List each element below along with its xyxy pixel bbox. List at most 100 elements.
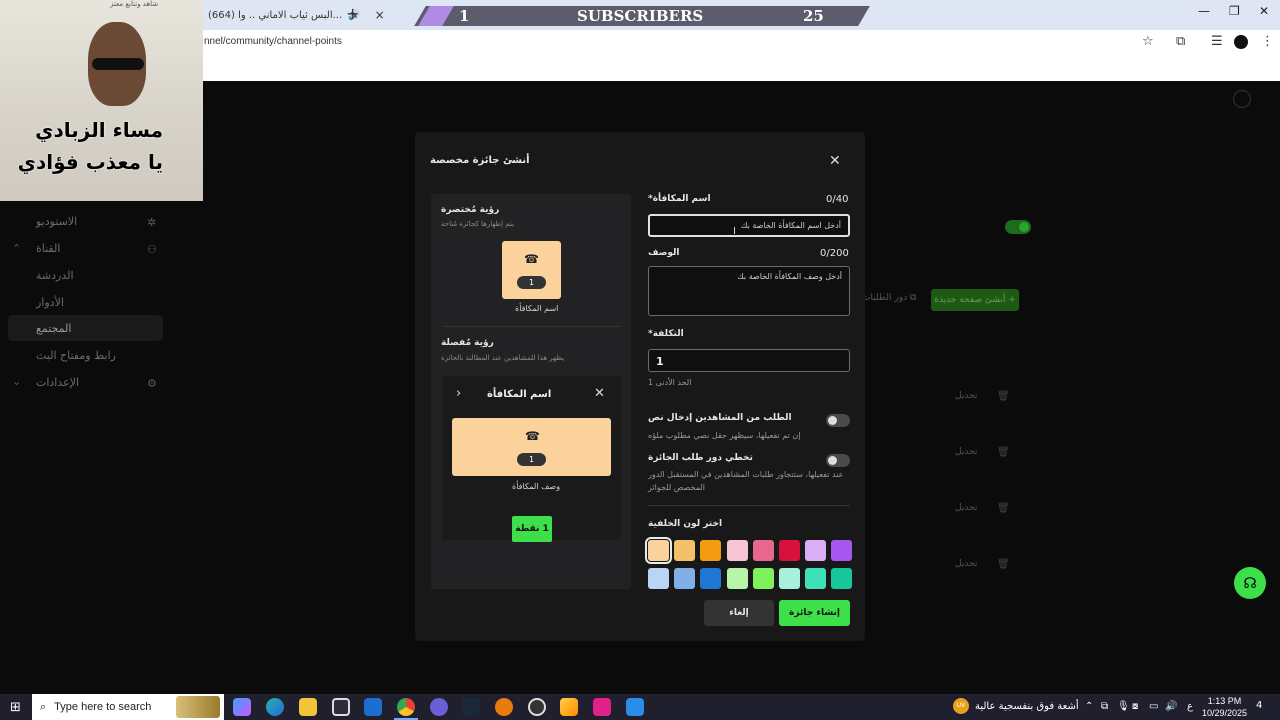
star-icon[interactable]: ☆ (1142, 34, 1154, 49)
chevron-right-icon[interactable]: › (456, 386, 461, 401)
trash-icon[interactable]: 🗑 (997, 503, 1010, 514)
color-swatch[interactable] (779, 540, 800, 561)
steam-icon[interactable] (462, 698, 480, 716)
sidebar-item-channel[interactable]: القناة (36, 242, 60, 255)
sidebar-item-settings[interactable]: الإعدادات (36, 376, 79, 389)
require-text-label: الطلب من المشاهدين إدخال نص (648, 413, 792, 423)
menu-icon[interactable]: ⋮ (1261, 34, 1274, 49)
trash-icon[interactable]: 🗑 (997, 559, 1010, 570)
blender-icon[interactable] (495, 698, 513, 716)
search-icon: ⌕ (40, 700, 47, 713)
compact-view-subtitle: يتم إظهارها كجائزة مُتاحة (441, 220, 515, 228)
sidebar-item-chat[interactable]: الدردشة (36, 269, 74, 282)
color-swatch[interactable] (674, 568, 696, 589)
sidebar-item-community[interactable]: المجتمع (36, 322, 71, 335)
color-swatch[interactable] (831, 540, 853, 561)
extensions-icon[interactable]: ⧉ (1176, 34, 1185, 49)
notification-count[interactable]: 4 (1256, 700, 1262, 711)
webcam-video-overlay: شاهد ونتابع معتز مساء الزبادي يا معذب فؤ… (0, 0, 203, 201)
color-swatch[interactable] (752, 540, 774, 561)
copilot-icon[interactable] (233, 698, 251, 716)
sidebar-item-roles[interactable]: الأدوار (36, 296, 64, 309)
description-textarea[interactable]: أدخل وصف المكافأة الخاصة بك (648, 266, 850, 316)
microphone-icon[interactable]: 🎙 (1117, 701, 1130, 712)
minimize-button[interactable]: — (1198, 4, 1210, 18)
app-icon-yellow[interactable] (560, 698, 578, 716)
color-swatch[interactable] (700, 568, 722, 589)
edit-button[interactable]: تحديل (955, 503, 977, 513)
language-indicator[interactable]: ع (1187, 701, 1193, 712)
color-swatch[interactable] (645, 537, 672, 564)
edit-button[interactable]: تحديل (955, 391, 977, 401)
chevron-down-icon[interactable]: ⌄ (12, 375, 21, 388)
color-swatch[interactable] (674, 540, 696, 561)
uv-weather-icon[interactable]: UV (953, 698, 969, 714)
sidebar-item-studio[interactable]: الاستوديو (36, 215, 77, 228)
tray-chevron-icon[interactable]: ⌃ (1085, 701, 1093, 712)
color-swatch[interactable] (752, 568, 774, 589)
detail-reward-card: ☎ 1 (452, 418, 611, 476)
browser-tab[interactable]: (664) البس ثياب الاماني .. وا... 🔊 × (200, 4, 393, 26)
chrome-icon[interactable] (397, 698, 415, 716)
queue-link[interactable]: دور الطلبات ⧉ (862, 293, 916, 303)
color-swatch[interactable] (700, 540, 722, 561)
trash-icon[interactable]: 🗑 (997, 447, 1010, 458)
url-text[interactable]: nnel/community/channel-points (204, 36, 342, 47)
video-caption-line1: مساء الزبادي (35, 118, 163, 142)
stream-status-icon[interactable] (1233, 90, 1251, 108)
weather-news-text[interactable]: أشعة فوق بنفسجية عالية (975, 701, 1079, 712)
tray-app-icon[interactable]: ⧉ (1101, 701, 1108, 712)
settings-gear-icon: ⚙ (147, 377, 157, 390)
taskbar-clock[interactable]: 1:13 PM 10/29/2025 (1202, 695, 1247, 719)
edit-button[interactable]: تحديل (955, 559, 977, 569)
help-chat-button[interactable]: ☊ (1234, 567, 1266, 599)
gift-icon: ☎ (525, 429, 540, 443)
description-label: الوصف (648, 248, 680, 258)
color-swatch[interactable] (805, 568, 827, 589)
color-swatch[interactable] (648, 568, 669, 589)
store-icon[interactable] (332, 698, 350, 716)
create-reward-button[interactable]: إنشاء جائزة (779, 600, 850, 626)
color-swatch[interactable] (831, 568, 853, 589)
channel-points-toggle[interactable] (1005, 220, 1031, 234)
color-swatch[interactable] (805, 540, 827, 561)
tab-close-icon[interactable]: × (375, 8, 385, 22)
detail-reward-description: وصف المكافأة (512, 482, 561, 491)
text-cursor-icon: I (733, 226, 736, 237)
preview-divider (443, 326, 621, 327)
cancel-button[interactable]: إلغاء (704, 600, 774, 626)
media-queue-icon[interactable]: ☰ (1211, 34, 1223, 49)
skip-queue-hint-line2: المخصص للجوائز (648, 483, 705, 492)
app-icon-pink[interactable] (593, 698, 611, 716)
profile-avatar[interactable] (1234, 35, 1248, 49)
reward-name-input[interactable]: أدخل اسم المكافأة الخاصة بك (648, 214, 850, 237)
file-explorer-icon[interactable] (299, 698, 317, 716)
require-text-toggle[interactable] (826, 414, 850, 427)
volume-icon[interactable]: 🔊 (1165, 701, 1177, 712)
new-tab-button[interactable]: + (346, 4, 359, 23)
edge-icon[interactable] (266, 698, 284, 716)
close-window-button[interactable]: ✕ (1259, 4, 1269, 18)
app-icon-blue[interactable] (626, 698, 644, 716)
close-icon[interactable]: ✕ (829, 153, 841, 169)
color-swatch[interactable] (726, 568, 748, 589)
skip-queue-toggle[interactable] (826, 454, 850, 467)
sidebar-item-stream-key[interactable]: رابط ومفتاح البث (36, 349, 116, 362)
browser-app-icon[interactable] (430, 698, 448, 716)
cost-input[interactable]: 1 (648, 349, 850, 372)
obs-icon[interactable] (528, 698, 546, 716)
windows-start-icon[interactable]: ⊞ (10, 700, 21, 715)
color-swatch[interactable] (779, 568, 800, 589)
tray-app-icon-2[interactable]: ⧇ (1132, 701, 1138, 712)
network-icon[interactable]: ▭ (1149, 701, 1158, 712)
trash-icon[interactable]: 🗑 (997, 391, 1010, 402)
detail-close-icon[interactable]: ✕ (594, 386, 605, 401)
chevron-up-icon[interactable]: ⌃ (12, 242, 21, 255)
create-new-page-button[interactable]: أنشئ صفحة جديدة + (931, 289, 1019, 311)
gift-icon: ☎ (524, 252, 539, 266)
outlook-icon[interactable] (364, 698, 382, 716)
color-swatch[interactable] (726, 540, 748, 561)
edit-button[interactable]: تحديل (955, 447, 977, 457)
maximize-button[interactable]: ❐ (1229, 4, 1240, 18)
taskbar-search-placeholder: Type here to search (54, 701, 152, 713)
